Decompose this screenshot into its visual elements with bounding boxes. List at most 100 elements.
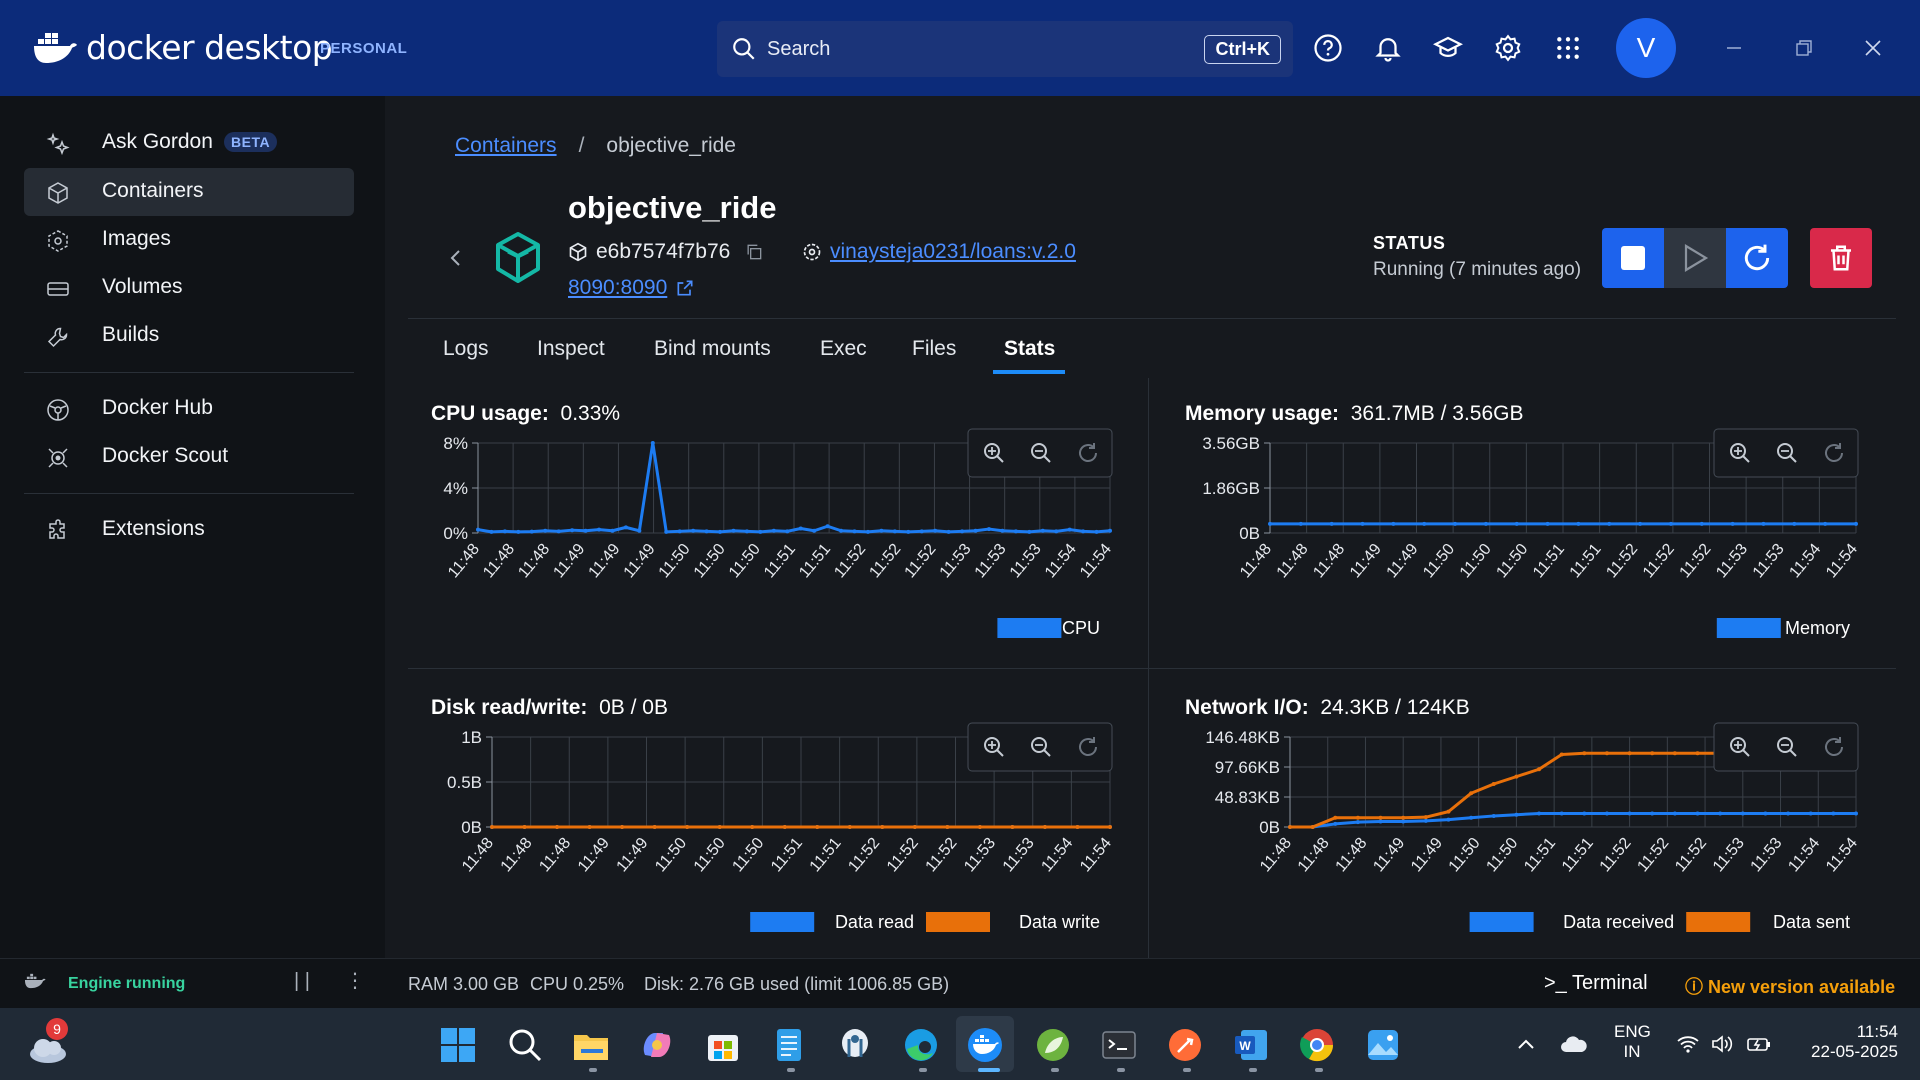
wifi-icon[interactable] <box>1676 1034 1700 1054</box>
stop-button[interactable] <box>1602 228 1664 288</box>
sidebar-item-label: Containers <box>102 179 204 202</box>
volume-icon <box>47 282 69 296</box>
sidebar-item-containers[interactable]: Containers <box>24 168 354 216</box>
taskbar-running-dot <box>1183 1068 1191 1072</box>
container-id-row: e6b7574f7b76 <box>568 240 764 264</box>
title-bar: docker desktop PERSONAL Search Ctrl+K V <box>0 0 1920 96</box>
header-divider <box>408 318 1896 319</box>
spring-tools-icon[interactable] <box>1033 1025 1073 1065</box>
breadcrumb-containers-link[interactable]: Containers <box>455 134 557 157</box>
tab-bind-mounts[interactable]: Bind mounts <box>654 337 771 361</box>
postgresql-icon[interactable] <box>835 1025 875 1065</box>
sidebar-item-label: Docker Hub <box>102 396 213 419</box>
close-icon[interactable] <box>1855 30 1891 66</box>
engine-whale-icon <box>24 973 46 989</box>
taskbar-running-dot <box>1117 1068 1125 1072</box>
search-placeholder: Search <box>767 37 831 60</box>
chevron-up-icon[interactable] <box>1516 1036 1536 1052</box>
container-port-link[interactable]: 8090:8090 <box>568 276 667 300</box>
external-link-icon[interactable] <box>675 278 695 298</box>
weather-badge: 9 <box>46 1018 68 1040</box>
windows-start-icon[interactable] <box>438 1025 478 1065</box>
update-notice[interactable]: ⓘ New version available <box>1685 973 1895 999</box>
cpu-usage: CPU 0.25% <box>530 974 625 994</box>
sidebar-item-builds[interactable]: Builds <box>24 312 354 360</box>
image-layers-icon <box>803 243 821 261</box>
sparkle-icon <box>46 132 70 156</box>
search-icon <box>733 38 755 60</box>
terminal-app-icon[interactable] <box>1099 1025 1139 1065</box>
taskbar-running-dot <box>787 1068 795 1072</box>
active-tab-indicator <box>993 370 1065 374</box>
taskbar-search-icon[interactable] <box>505 1025 545 1065</box>
terminal-button[interactable]: >_ Terminal <box>1544 972 1648 995</box>
puzzle-icon <box>49 519 65 539</box>
word-icon[interactable]: W <box>1231 1025 1271 1065</box>
taskbar-running-dot <box>1315 1068 1323 1072</box>
settings-gear-icon[interactable] <box>1490 30 1526 66</box>
clock[interactable]: 11:54 22-05-2025 <box>1792 1022 1898 1062</box>
sidebar-item-extensions[interactable]: Extensions <box>24 506 354 554</box>
search-shortcut: Ctrl+K <box>1204 34 1281 64</box>
pause-engine-icon[interactable]: | | <box>294 970 310 993</box>
breadcrumb-separator: / <box>578 134 585 157</box>
chrome-icon[interactable] <box>1297 1025 1337 1065</box>
delete-button[interactable] <box>1810 228 1872 288</box>
memory-panel-title: Memory usage: 361.7MB / 3.56GB <box>1185 402 1524 425</box>
status-label: STATUS <box>1373 233 1446 253</box>
user-avatar[interactable]: V <box>1616 18 1676 78</box>
search-bar[interactable]: Search Ctrl+K <box>717 21 1293 77</box>
copy-icon[interactable] <box>744 242 764 262</box>
container-image-row: vinaysteja0231/loans:v.2.0 <box>802 240 1076 264</box>
play-icon <box>1684 244 1709 272</box>
battery-charging-icon[interactable] <box>1746 1034 1772 1054</box>
minimize-icon[interactable] <box>1716 30 1752 66</box>
container-id: e6b7574f7b76 <box>596 240 731 263</box>
postman-icon[interactable] <box>1165 1025 1205 1065</box>
copilot-icon[interactable] <box>637 1025 677 1065</box>
stop-icon <box>1621 246 1645 270</box>
tab-exec[interactable]: Exec <box>820 337 867 361</box>
restore-icon[interactable] <box>1786 30 1822 66</box>
sidebar-item-label: Ask Gordon <box>102 130 213 153</box>
tab-logs[interactable]: Logs <box>443 337 489 361</box>
engine-status: Engine running <box>68 975 186 992</box>
sidebar-item-ask-gordon[interactable]: Ask Gordon BETA <box>24 119 354 167</box>
container-image-link[interactable]: vinaysteja0231/loans:v.2.0 <box>830 240 1076 264</box>
restart-button[interactable] <box>1726 228 1788 288</box>
microsoft-store-icon[interactable] <box>703 1025 743 1065</box>
more-options-icon[interactable]: ⋮ <box>345 968 365 993</box>
photos-icon[interactable] <box>1363 1025 1403 1065</box>
svg-text:W: W <box>1239 1039 1251 1053</box>
network-panel-title: Network I/O: 24.3KB / 124KB <box>1185 696 1470 719</box>
onedrive-cloud-icon[interactable] <box>1560 1034 1588 1054</box>
edge-browser-icon[interactable] <box>901 1025 941 1065</box>
tab-files[interactable]: Files <box>912 337 956 361</box>
language-indicator[interactable]: ENG IN <box>1614 1022 1651 1062</box>
sidebar-item-label: Volumes <box>102 275 183 298</box>
learning-center-icon[interactable] <box>1430 30 1466 66</box>
tab-inspect[interactable]: Inspect <box>537 337 605 361</box>
apps-grid-icon[interactable] <box>1550 30 1586 66</box>
notepad-icon[interactable] <box>769 1025 809 1065</box>
restart-icon <box>1744 244 1770 271</box>
sidebar-item-images[interactable]: Images <box>24 216 354 264</box>
sidebar-item-volumes[interactable]: Volumes <box>24 264 354 312</box>
notifications-bell-icon[interactable] <box>1370 30 1406 66</box>
help-icon[interactable] <box>1310 30 1346 66</box>
sidebar-item-docker-scout[interactable]: Docker Scout <box>24 433 354 481</box>
sidebar-item-docker-hub[interactable]: Docker Hub <box>24 385 354 433</box>
beta-badge: BETA <box>224 132 278 152</box>
app-name: docker desktop <box>86 28 333 67</box>
status-value: Running (7 minutes ago) <box>1373 259 1582 280</box>
container-icon <box>48 182 68 204</box>
tab-stats[interactable]: Stats <box>1004 337 1055 361</box>
speaker-icon[interactable] <box>1710 1034 1734 1054</box>
back-chevron-icon[interactable] <box>446 246 466 270</box>
sidebar-item-label: Extensions <box>102 517 205 540</box>
start-button[interactable] <box>1664 228 1726 288</box>
docker-desktop-taskbar-icon[interactable] <box>965 1025 1005 1065</box>
taskbar-active-dot <box>978 1068 1000 1072</box>
ram-usage: RAM 3.00 GB <box>408 974 520 994</box>
file-explorer-icon[interactable] <box>571 1025 611 1065</box>
